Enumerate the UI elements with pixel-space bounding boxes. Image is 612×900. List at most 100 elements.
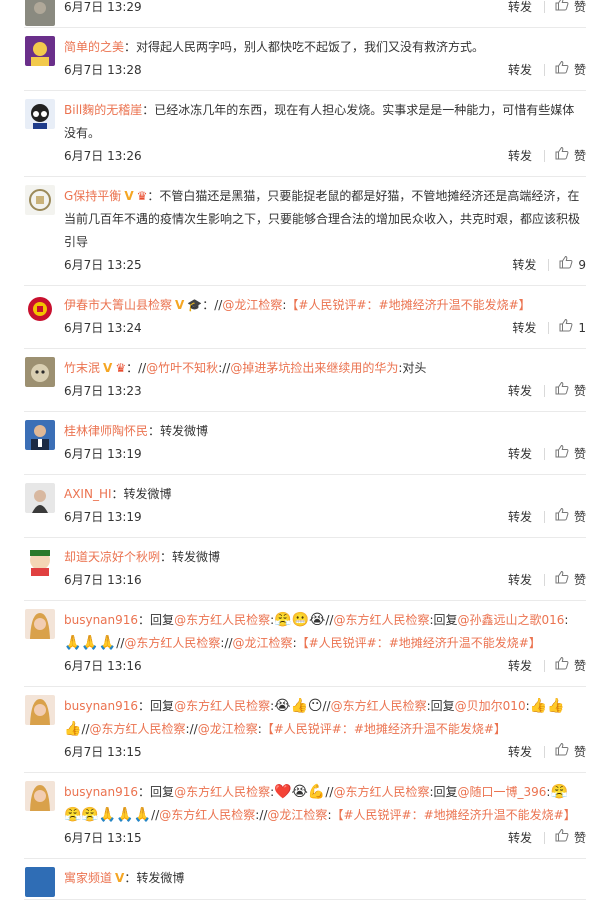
mention-link[interactable]: @东方红人民检察 — [333, 613, 429, 627]
mention-link[interactable]: @东方红人民检察 — [159, 808, 255, 822]
user-avatar[interactable] — [25, 0, 55, 26]
repost-button[interactable]: 转发 — [508, 0, 532, 18]
comment-item: AXIN_HI：转发微博 6月7日 13:19 转发 赞 — [24, 475, 586, 538]
vip-badge-icon: ♛ — [115, 361, 127, 375]
username-link[interactable]: 桂林律师陶怀民 — [64, 424, 148, 438]
user-avatar[interactable] — [25, 546, 55, 576]
mention-link[interactable]: @竹叶不知秋 — [146, 361, 218, 375]
mention-link[interactable]: @东方红人民检察 — [331, 699, 427, 713]
user-avatar[interactable] — [25, 357, 55, 387]
like-button[interactable]: 9 — [559, 254, 586, 276]
user-avatar[interactable] — [25, 185, 55, 215]
repost-button[interactable]: 转发 — [508, 59, 532, 81]
comment-item: 桂林律师陶怀民：转发微博 6月7日 13:19 转发 赞 — [24, 412, 586, 475]
comment-actions: 转发 赞 — [508, 0, 586, 18]
thumbs-up-icon — [555, 59, 574, 81]
comment-meta: 6月7日 13:23 转发 赞 — [64, 380, 586, 402]
comment-text: Bill麴的无稽崖：已经冰冻几年的东西，现在有人担心发烧。实事求是是一种能力，可… — [64, 99, 580, 145]
username-link[interactable]: G保持平衡 — [64, 189, 121, 203]
like-button[interactable]: 赞 — [555, 741, 586, 763]
comment-actions: 转发 1 — [512, 317, 586, 339]
thumbs-up-icon — [555, 506, 574, 528]
username-link[interactable]: 竹末泯 — [64, 361, 100, 375]
user-avatar[interactable] — [25, 483, 55, 513]
like-button[interactable]: 赞 — [555, 59, 586, 81]
username-link[interactable]: busynan916 — [64, 699, 138, 713]
like-button[interactable]: 赞 — [555, 443, 586, 465]
comment-body-text: :回复 — [426, 699, 455, 713]
user-avatar[interactable] — [25, 420, 55, 450]
comment-body-text: :回复 — [429, 785, 458, 799]
username-link[interactable]: Bill麴的无稽崖 — [64, 103, 142, 117]
mention-link[interactable]: @东方红人民检察 — [174, 613, 270, 627]
mention-link[interactable]: @龙江检察 — [267, 808, 327, 822]
emoji-icons: 😤😬😭 — [274, 612, 326, 628]
mention-link[interactable]: @孙鑫远山之歌016 — [458, 613, 565, 627]
like-button[interactable]: 赞 — [555, 569, 586, 591]
like-button[interactable]: 赞 — [555, 506, 586, 528]
comment-timestamp: 6月7日 13:19 — [64, 510, 142, 524]
username-link[interactable]: AXIN_HI — [64, 487, 112, 501]
action-divider — [548, 322, 550, 334]
user-avatar[interactable] — [25, 867, 55, 897]
repost-button[interactable]: 转发 — [508, 569, 532, 591]
like-button[interactable]: 赞 — [555, 827, 586, 849]
username-link[interactable]: 伊春市大箐山县检察 — [64, 298, 172, 312]
comment-body-text: :// — [255, 808, 268, 822]
comment-text: 寓家频道 V：转发微博 — [64, 867, 580, 890]
thumbs-up-icon — [555, 0, 574, 18]
like-button[interactable]: 赞 — [555, 0, 586, 18]
thumbs-up-icon — [555, 145, 574, 167]
like-count: 赞 — [573, 447, 586, 461]
user-avatar[interactable] — [25, 294, 55, 324]
mention-link[interactable]: @东方红人民检察 — [333, 785, 429, 799]
comment-timestamp: 6月7日 13:16 — [64, 573, 142, 587]
like-button[interactable]: 1 — [559, 317, 586, 339]
repost-button[interactable]: 转发 — [508, 506, 532, 528]
mention-link[interactable]: @龙江检察 — [233, 636, 293, 650]
username-link[interactable]: busynan916 — [64, 613, 138, 627]
like-button[interactable]: 赞 — [555, 380, 586, 402]
hashtag-link[interactable]: 【#人民锐评#：#地摊经济升温不能发烧#】 — [297, 636, 541, 650]
hashtag-link[interactable]: 【#人民锐评#：#地摊经济升温不能发烧#】 — [331, 808, 575, 822]
user-avatar[interactable] — [25, 781, 55, 811]
user-avatar[interactable] — [25, 695, 55, 725]
repost-button[interactable]: 转发 — [512, 317, 536, 339]
like-count: 赞 — [573, 745, 586, 759]
username-link[interactable]: busynan916 — [64, 785, 138, 799]
hashtag-link[interactable]: 【#人民锐评#：#地摊经济升温不能发烧#】 — [286, 298, 530, 312]
like-button[interactable]: 赞 — [555, 145, 586, 167]
comment-body-text: :// — [220, 636, 233, 650]
comment-meta: 6月7日 13:25 转发 9 — [64, 254, 586, 276]
repost-button[interactable]: 转发 — [508, 655, 532, 677]
repost-button[interactable]: 转发 — [508, 741, 532, 763]
mention-link[interactable]: @东方红人民检察 — [90, 722, 186, 736]
repost-button[interactable]: 转发 — [508, 443, 532, 465]
username-link[interactable]: 寓家频道 — [64, 871, 112, 885]
mention-link[interactable]: @东方红人民检察 — [174, 699, 270, 713]
mention-link[interactable]: @掉进茅坑捡出来继续用的华为 — [230, 361, 398, 375]
comment-body-text: :对头 — [398, 361, 427, 375]
like-button[interactable]: 赞 — [555, 655, 586, 677]
repost-button[interactable]: 转发 — [508, 827, 532, 849]
hashtag-link[interactable]: 【#人民锐评#：#地摊经济升温不能发烧#】 — [262, 722, 506, 736]
repost-button[interactable]: 转发 — [508, 380, 532, 402]
user-avatar[interactable] — [25, 36, 55, 66]
repost-button[interactable]: 转发 — [508, 145, 532, 167]
mention-link[interactable]: @东方红人民检察 — [174, 785, 270, 799]
user-avatar[interactable] — [25, 609, 55, 639]
comment-timestamp: 6月7日 13:28 — [64, 63, 142, 77]
user-avatar[interactable] — [25, 99, 55, 129]
username-link[interactable]: 简单的之美 — [64, 40, 124, 54]
comment-body-text: // — [322, 699, 331, 713]
mention-link[interactable]: @贝加尔010 — [455, 699, 526, 713]
mention-link[interactable]: @随口一博_396 — [458, 785, 547, 799]
action-divider — [543, 448, 545, 460]
mention-link[interactable]: @东方红人民检察 — [124, 636, 220, 650]
mention-link[interactable]: @龙江检察 — [198, 722, 258, 736]
comment-item: busynan916：回复@东方红人民检察:❤️😭💪//@东方红人民检察:回复@… — [24, 773, 586, 859]
repost-button[interactable]: 转发 — [512, 254, 536, 276]
mention-link[interactable]: @龙江检察 — [222, 298, 282, 312]
comment-meta: 6月7日 13:29 转发 赞 — [64, 0, 586, 18]
username-link[interactable]: 却道天凉好个秋咧 — [64, 550, 160, 564]
